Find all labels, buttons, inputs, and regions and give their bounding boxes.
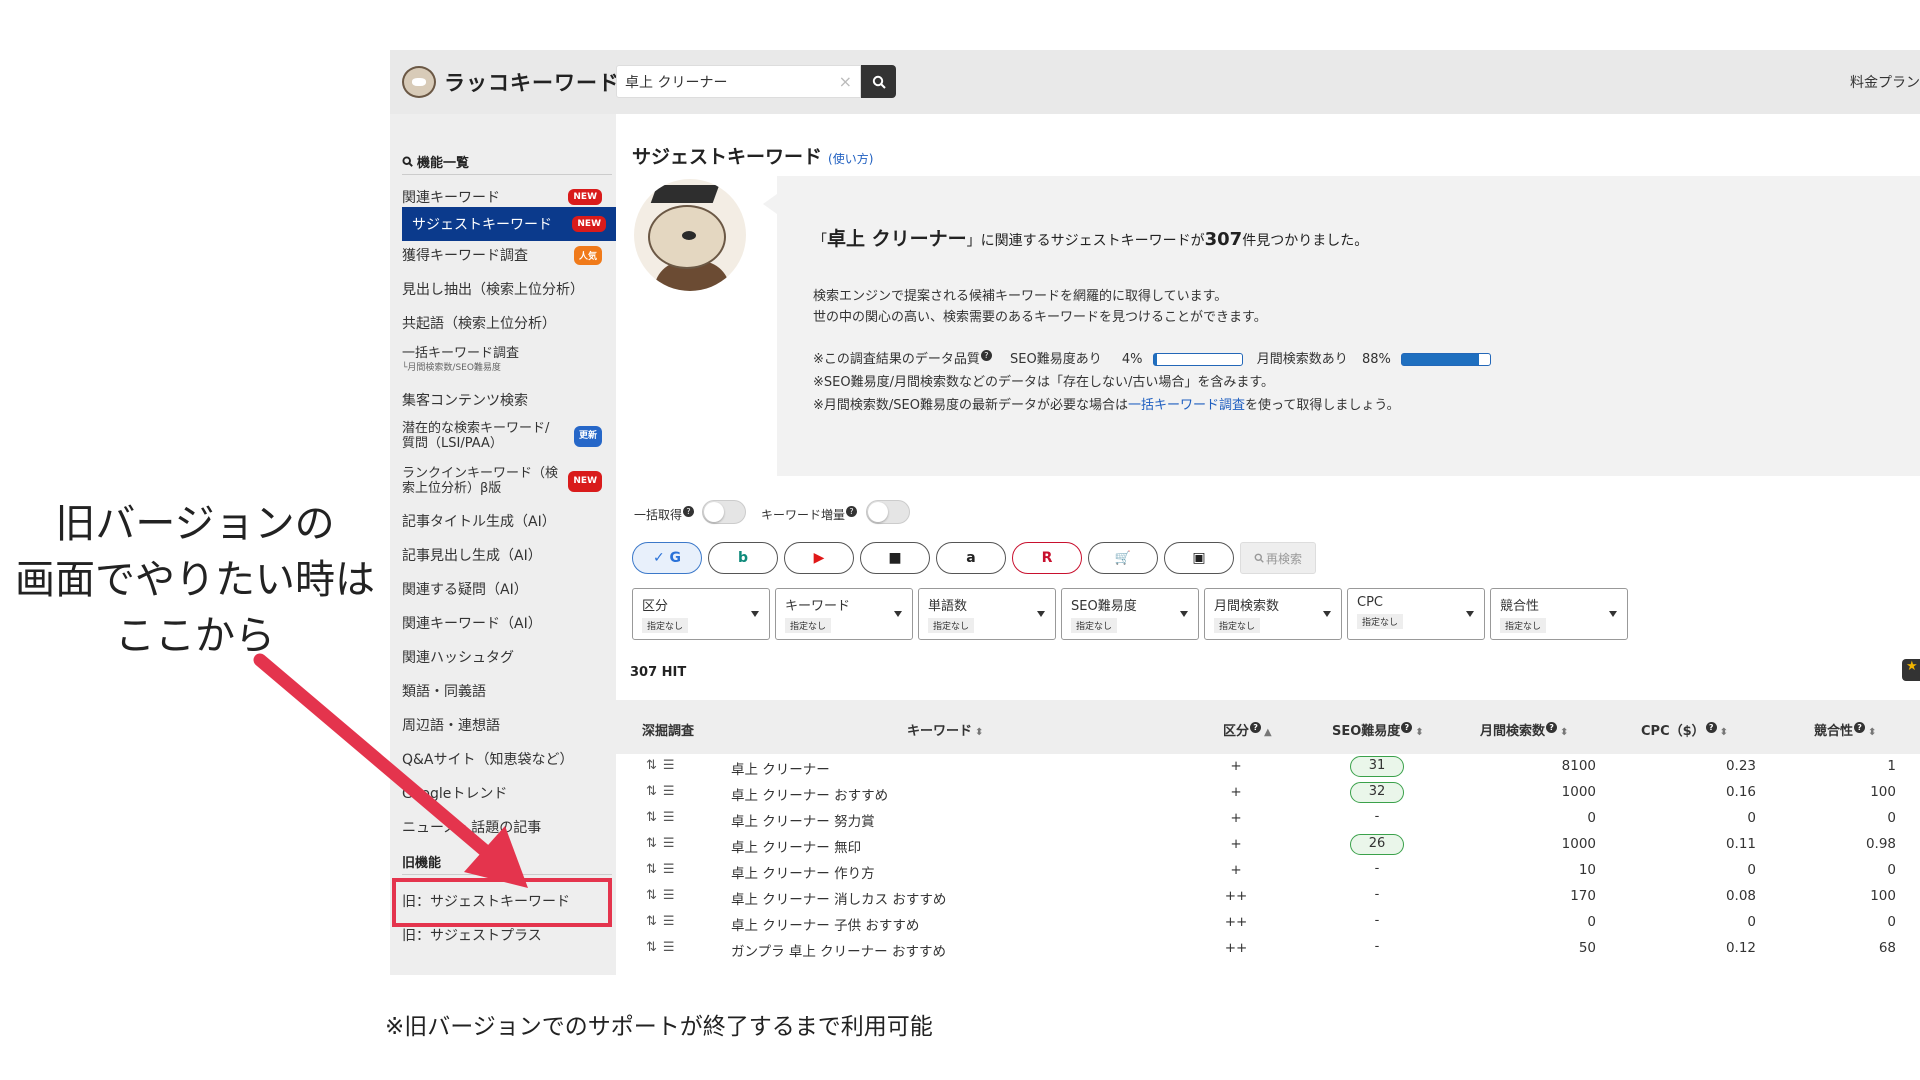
callout-text: 旧バージョンの 画面でやりたい時は ここから (0, 496, 390, 664)
slide: ラッコキーワード 卓上 クリーナー × 料金プラン 機能一覧 関連キーワード NE… (0, 0, 1920, 1080)
callout-line: 画面でやりたい時は (15, 557, 375, 603)
callout-line: 旧バージョンの (55, 501, 335, 547)
callout-line: ここから (115, 613, 275, 659)
footnote: ※旧バージョンでのサポートが終了するまで利用可能 (385, 1014, 933, 1040)
